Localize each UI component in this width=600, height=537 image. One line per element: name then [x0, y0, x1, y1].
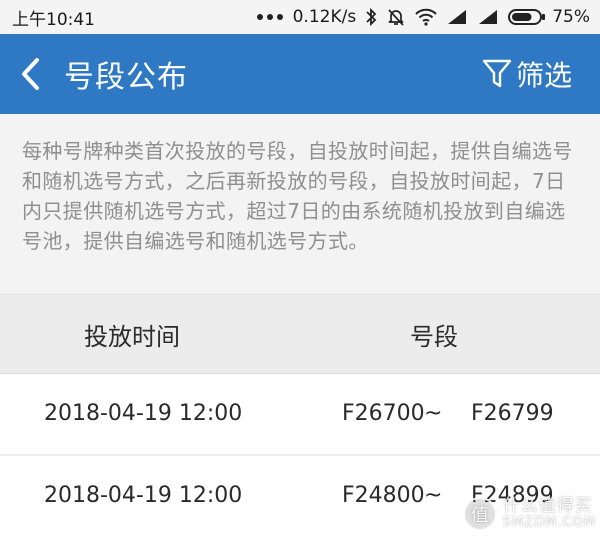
bluetooth-icon [365, 7, 377, 27]
watermark-logo: 值 [462, 497, 497, 531]
back-button[interactable] [0, 34, 62, 114]
notice-text: 每种号牌种类首次投放的号段，自投放时间起，提供自编选号和随机选号方式，之后再新投… [0, 114, 600, 294]
status-bar: 上午10:41 0.12K/s 75% [0, 0, 600, 34]
row-segment-start: F24800 [342, 483, 425, 508]
row-segment-separator: ~ [424, 483, 443, 508]
mute-bell-icon [386, 7, 406, 27]
header-number-segment: 号段 [410, 322, 458, 351]
status-time: 上午10:41 [12, 9, 95, 30]
battery-indicator: 75% [508, 7, 590, 27]
row-time: 2018-04-19 12:00 [44, 483, 243, 508]
row-segment-separator: ~ [424, 401, 443, 426]
watermark: 值 什么值得买 SMZDM.COM [462, 496, 596, 531]
row-segment-start: F26700 [342, 401, 425, 426]
status-icons: 0.12K/s 75% [256, 7, 590, 27]
network-speed: 0.12K/s [292, 7, 357, 27]
signal-dots-icon [256, 13, 284, 21]
chevron-left-icon [22, 58, 39, 90]
battery-percent: 75% [552, 7, 590, 27]
filter-label: 筛选 [515, 59, 572, 92]
header-release-time: 投放时间 [84, 322, 180, 351]
cell-signal-icon-2 [477, 8, 499, 26]
table-header: 投放时间 号段 [0, 294, 600, 374]
wifi-icon [415, 8, 437, 26]
table-row[interactable]: 2018-04-19 12:00 F26700 ~ F26799 [0, 374, 600, 456]
watermark-text: 什么值得买 SMZDM.COM [502, 496, 596, 531]
cell-signal-icon [446, 8, 468, 26]
watermark-text-cn: 什么值得买 [502, 496, 593, 517]
page-title: 号段公布 [64, 60, 188, 95]
watermark-text-en: SMZDM.COM [502, 515, 596, 531]
filter-button[interactable]: 筛选 [482, 34, 572, 114]
row-time: 2018-04-19 12:00 [44, 401, 243, 426]
app-bar: 号段公布 筛选 [0, 34, 600, 114]
funnel-icon [482, 59, 512, 88]
battery-icon [508, 9, 546, 25]
row-segment-end: F26799 [471, 401, 554, 426]
